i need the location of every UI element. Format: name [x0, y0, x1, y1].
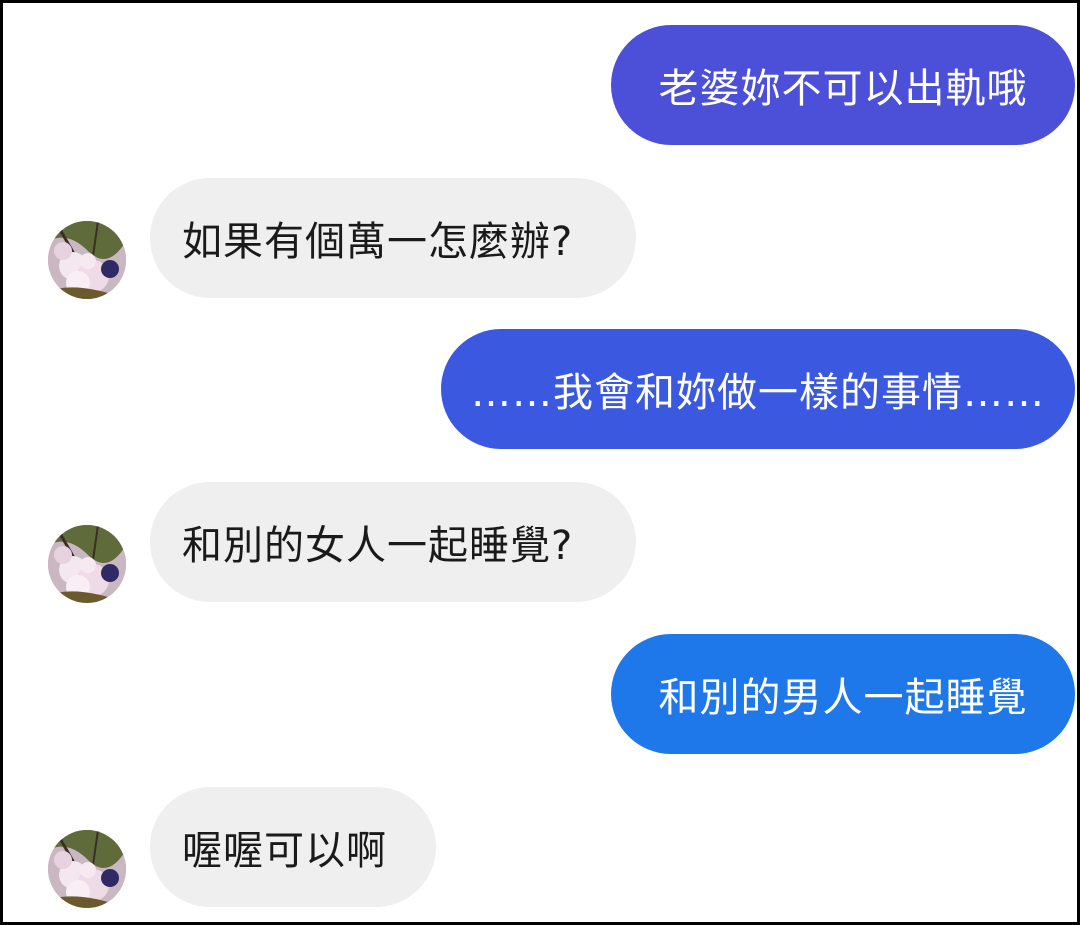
cherry-blossom-avatar-icon	[48, 221, 126, 299]
sent-message-bubble[interactable]: 老婆妳不可以出軌哦	[611, 25, 1075, 145]
received-message-bubble[interactable]: 和別的女人一起睡覺?	[150, 482, 636, 602]
contact-avatar[interactable]	[48, 830, 126, 908]
sent-message-bubble[interactable]: 和別的男人一起睡覺	[611, 634, 1075, 754]
chat-window: 老婆妳不可以出軌哦 如果有個萬一怎麼辦? ……我會和妳做一樣的事情…… 和別的女…	[3, 3, 1077, 922]
received-message-bubble[interactable]: 如果有個萬一怎麼辦?	[150, 178, 636, 298]
cherry-blossom-avatar-icon	[48, 830, 126, 908]
cherry-blossom-avatar-icon	[48, 525, 126, 603]
contact-avatar[interactable]	[48, 525, 126, 603]
sent-message-bubble[interactable]: ……我會和妳做一樣的事情……	[441, 329, 1075, 449]
contact-avatar[interactable]	[48, 221, 126, 299]
received-message-bubble[interactable]: 喔喔可以啊	[150, 787, 436, 907]
